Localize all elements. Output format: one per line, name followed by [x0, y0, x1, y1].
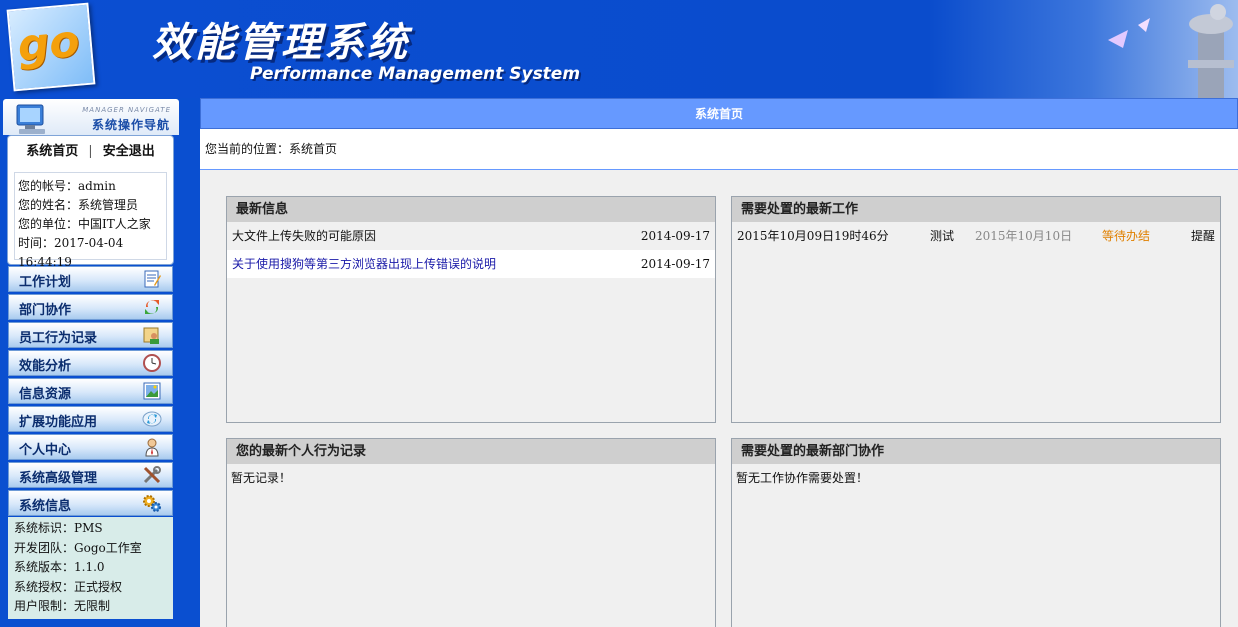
- user-unit: 您的单位：中国IT人之家: [18, 217, 151, 231]
- news-title: 大文件上传失败的可能原因: [232, 229, 377, 243]
- list-item[interactable]: 大文件上传失败的可能原因 2014-09-17: [227, 222, 715, 250]
- main-content: 系统首页 您当前的位置：系统首页 最新信息 大文件上传失败的可能原因 2014-…: [200, 98, 1238, 627]
- tools-icon: [142, 465, 162, 485]
- sidebar: MANAGER NAVIGATE 系统操作导航 系统首页 | 安全退出 您的帐号：a…: [0, 98, 182, 627]
- menu-item-behavior-record[interactable]: 员工行为记录: [8, 322, 173, 348]
- panel-pending-work: 需要处置的最新工作 2015年10月09日19时46分 测试 2015年10月1…: [731, 196, 1221, 423]
- user-info: 您的帐号：admin 您的姓名：系统管理员 您的单位：中国IT人之家 时间：20…: [14, 172, 167, 269]
- news-date: 2014-09-17: [640, 229, 710, 243]
- refresh-icon: [142, 409, 162, 429]
- sys-license: 系统授权：正式授权: [14, 579, 123, 594]
- link-separator: |: [88, 144, 93, 159]
- empty-message: 暂无工作协作需要处置！: [736, 471, 869, 485]
- empty-message: 暂无记录！: [231, 471, 292, 485]
- menu-item-efficiency-analysis[interactable]: 效能分析: [8, 350, 173, 376]
- huabiao-decoration-icon: [1108, 4, 1234, 98]
- clock-icon: [142, 353, 162, 373]
- table-row[interactable]: 2015年10月09日19时46分 测试 2015年10月10日 等待办结 提醒: [732, 222, 1220, 250]
- menu-item-advanced-admin[interactable]: 系统高级管理: [8, 462, 173, 488]
- sys-user-limit: 用户限制：无限制: [14, 599, 111, 613]
- sync-arrows-icon: [142, 297, 162, 317]
- menu-item-info-resources[interactable]: 信息资源: [8, 378, 173, 404]
- list-item: 关于使用搜狗等第三方浏览器出现上传错误的说明 2014-09-17: [227, 250, 715, 278]
- menu-item-work-plan[interactable]: 工作计划: [8, 266, 173, 292]
- app-title: 效能管理系统: [152, 20, 410, 66]
- page-title: 系统首页: [200, 98, 1238, 129]
- panel-dept-collab: 需要处置的最新部门协作 暂无工作协作需要处置！: [731, 438, 1221, 627]
- remind-button[interactable]: 提醒: [1191, 222, 1215, 250]
- panel-title: 需要处置的最新工作: [732, 197, 1220, 222]
- work-time: 2015年10月09日19时46分: [737, 229, 889, 243]
- panel-title: 需要处置的最新部门协作: [732, 439, 1220, 464]
- picture-icon: [142, 381, 162, 401]
- menu-item-dept-collab[interactable]: 部门协作: [8, 294, 173, 320]
- logout-link[interactable]: 安全退出: [103, 144, 155, 159]
- work-name: 测试: [930, 229, 955, 243]
- sys-id: 系统标识：PMS: [14, 521, 103, 535]
- system-info-panel: 系统标识：PMS 开发团队：Gogo工作室 系统版本：1.1.0 系统授权：正式…: [8, 517, 173, 619]
- app-subtitle: Performance Management System: [250, 64, 581, 84]
- user-card-icon: [142, 325, 162, 345]
- user-links: 系统首页 | 安全退出: [8, 136, 173, 168]
- nav-header-en: MANAGER NAVIGATE: [82, 106, 171, 114]
- gears-icon: [142, 493, 162, 513]
- status-badge: 等待办结: [1102, 229, 1151, 243]
- user-name: 您的姓名：系统管理员: [18, 198, 139, 212]
- notepad-icon: [142, 269, 162, 289]
- panel-behavior-records: 您的最新个人行为记录 暂无记录！: [226, 438, 716, 627]
- user-box: 系统首页 | 安全退出 您的帐号：admin 您的姓名：系统管理员 您的单位：中国I…: [7, 135, 174, 269]
- news-link[interactable]: 关于使用搜狗等第三方浏览器出现上传错误的说明: [232, 257, 496, 271]
- sys-team: 开发团队：Gogo工作室: [14, 540, 142, 555]
- menu-item-system-info[interactable]: 系统信息: [8, 490, 173, 516]
- menu-item-personal-center[interactable]: 个人中心: [8, 434, 173, 460]
- news-date: 2014-09-17: [640, 257, 710, 271]
- computer-icon: [16, 104, 45, 134]
- person-icon: [142, 437, 162, 457]
- sys-version: 系统版本：1.1.0: [14, 560, 105, 574]
- breadcrumb: 您当前的位置：系统首页: [200, 129, 1238, 170]
- panel-title: 您的最新个人行为记录: [227, 439, 715, 464]
- user-account: 您的帐号：admin: [18, 179, 116, 193]
- go-logo: go: [6, 2, 96, 92]
- app-header: go 效能管理系统 Performance Management System: [0, 0, 1238, 98]
- panel-title: 最新信息: [227, 197, 715, 222]
- home-link[interactable]: 系统首页: [26, 144, 78, 159]
- work-deadline: 2015年10月10日: [975, 229, 1073, 243]
- nav-header: MANAGER NAVIGATE 系统操作导航: [3, 99, 179, 135]
- nav-header-cn: 系统操作导航: [91, 118, 170, 132]
- sidebar-menu: 工作计划 部门协作 员工行为记录 效能分析 信息资源 扩展功能应用 个人中心 系…: [8, 266, 173, 518]
- panel-latest-news: 最新信息 大文件上传失败的可能原因 2014-09-17 关于使用搜狗等第三方浏…: [226, 196, 716, 423]
- menu-item-extensions[interactable]: 扩展功能应用: [8, 406, 173, 432]
